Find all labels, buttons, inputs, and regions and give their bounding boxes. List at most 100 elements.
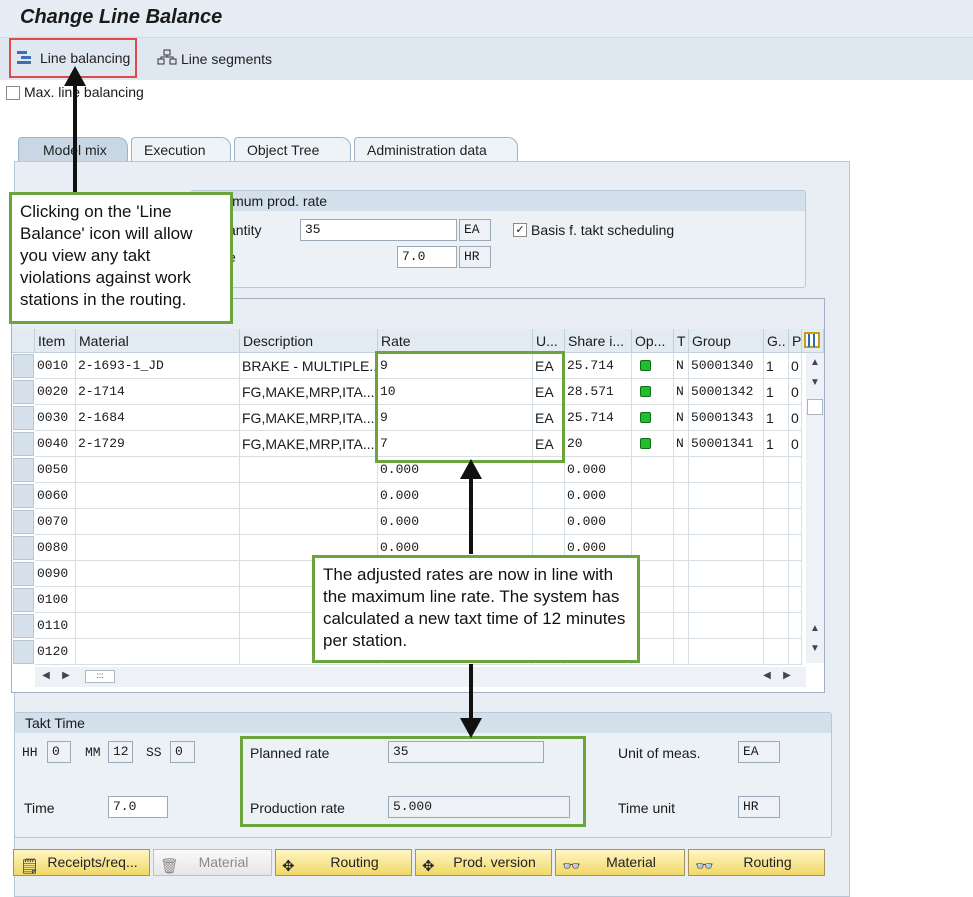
header-item[interactable]: Item [35, 329, 76, 353]
status-green-icon[interactable] [632, 379, 674, 405]
row-selector[interactable] [13, 614, 34, 638]
cell-material[interactable] [76, 613, 240, 639]
row-selector[interactable] [13, 484, 34, 508]
cell-t[interactable]: N [674, 431, 689, 457]
header-group[interactable]: Group [689, 329, 764, 353]
cell-t[interactable]: N [674, 405, 689, 431]
cell-g[interactable]: 1 [764, 405, 789, 431]
time-field[interactable]: 7.0 [397, 246, 457, 268]
cell-item[interactable]: 0010 [35, 353, 76, 379]
cell-t[interactable] [674, 613, 689, 639]
cell-description[interactable] [240, 483, 378, 509]
cell-sharei[interactable]: 25.714 [565, 353, 632, 379]
cell-t[interactable] [674, 561, 689, 587]
tab-execution[interactable]: Execution [131, 137, 231, 162]
cell-t[interactable] [674, 639, 689, 665]
row-selector[interactable] [13, 588, 34, 612]
row-selector[interactable] [13, 510, 34, 534]
scroll-left-icon[interactable]: ◀ [39, 670, 53, 684]
cell-p[interactable]: 0 [789, 405, 802, 431]
cell-group[interactable] [689, 587, 764, 613]
row-selector[interactable] [13, 458, 34, 482]
line-segments-button[interactable]: Line segments [157, 49, 272, 68]
cell-group[interactable]: 50001341 [689, 431, 764, 457]
vertical-scrollbar[interactable]: ▲ ▼ ▲ ▼ [806, 353, 824, 663]
cell-material[interactable]: 2-1684 [76, 405, 240, 431]
cell-g[interactable] [764, 457, 789, 483]
cell-g[interactable] [764, 561, 789, 587]
cell-description[interactable]: FG,MAKE,MRP,ITA... [240, 379, 378, 405]
cell-group[interactable] [689, 457, 764, 483]
cell-op[interactable] [632, 509, 674, 535]
cell-material[interactable] [76, 561, 240, 587]
cell-p[interactable] [789, 639, 802, 665]
cell-p[interactable] [789, 613, 802, 639]
mm-field[interactable]: 12 [108, 741, 133, 763]
cell-t[interactable] [674, 509, 689, 535]
scroll-right-icon[interactable]: ▶ [59, 670, 73, 684]
tab-object-tree[interactable]: Object Tree [234, 137, 351, 162]
cell-t[interactable] [674, 587, 689, 613]
row-selector[interactable] [13, 536, 34, 560]
quantity-field[interactable]: 35 [300, 219, 457, 241]
cell-p[interactable]: 0 [789, 431, 802, 457]
scroll-page-up-icon[interactable]: ▲ [808, 623, 822, 637]
cell-description[interactable]: FG,MAKE,MRP,ITA... [240, 431, 378, 457]
cell-item[interactable]: 0110 [35, 613, 76, 639]
cell-t[interactable]: N [674, 379, 689, 405]
cell-item[interactable]: 0070 [35, 509, 76, 535]
cell-p[interactable] [789, 509, 802, 535]
row-selector[interactable] [13, 640, 34, 664]
cell-group[interactable]: 50001340 [689, 353, 764, 379]
cell-g[interactable] [764, 483, 789, 509]
header-share[interactable]: Share i... [565, 329, 632, 353]
header-rate[interactable]: Rate [378, 329, 533, 353]
time-unit-field[interactable]: HR [738, 796, 780, 818]
header-unit[interactable]: U... [533, 329, 565, 353]
cell-item[interactable]: 0100 [35, 587, 76, 613]
header-g[interactable]: G.. [764, 329, 789, 353]
h-scroll-thumb[interactable]: ::: [85, 670, 115, 683]
cell-item[interactable]: 0020 [35, 379, 76, 405]
cell-op[interactable] [632, 457, 674, 483]
cell-item[interactable]: 0030 [35, 405, 76, 431]
cell-sharei[interactable]: 20 [565, 431, 632, 457]
scroll-up-icon[interactable]: ▲ [808, 357, 822, 371]
column-settings-icon[interactable] [802, 329, 824, 353]
header-op[interactable]: Op... [632, 329, 674, 353]
cell-rate[interactable]: 0.000 [378, 483, 533, 509]
status-green-icon[interactable] [632, 405, 674, 431]
cell-rate[interactable]: 0.000 [378, 509, 533, 535]
cell-group[interactable] [689, 639, 764, 665]
cell-g[interactable]: 1 [764, 431, 789, 457]
cell-description[interactable] [240, 509, 378, 535]
takt-time-field[interactable]: 7.0 [108, 796, 168, 818]
cell-group[interactable] [689, 561, 764, 587]
row-selector[interactable] [13, 406, 34, 430]
cell-group[interactable] [689, 509, 764, 535]
cell-group[interactable] [689, 483, 764, 509]
display-routing-button[interactable]: 👓 Routing [688, 849, 825, 876]
cell-material[interactable]: 2-1693-1_JD [76, 353, 240, 379]
cell-group[interactable]: 50001342 [689, 379, 764, 405]
cell-t[interactable]: N [674, 353, 689, 379]
ss-field[interactable]: 0 [170, 741, 195, 763]
cell-material[interactable] [76, 483, 240, 509]
cell-group[interactable] [689, 535, 764, 561]
status-green-icon[interactable] [632, 431, 674, 457]
scroll-right-end-icon[interactable]: ▶ [780, 670, 794, 684]
cell-group[interactable]: 50001343 [689, 405, 764, 431]
cell-p[interactable] [789, 483, 802, 509]
cell-p[interactable]: 0 [789, 353, 802, 379]
hh-field[interactable]: 0 [47, 741, 71, 763]
cell-p[interactable] [789, 587, 802, 613]
header-description[interactable]: Description [240, 329, 378, 353]
scroll-page-down-icon[interactable]: ▼ [808, 643, 822, 657]
cell-material[interactable]: 2-1729 [76, 431, 240, 457]
cell-item[interactable]: 0040 [35, 431, 76, 457]
cell-p[interactable] [789, 457, 802, 483]
cell-sharei[interactable]: 0.000 [565, 483, 632, 509]
cell-sharei[interactable]: 25.714 [565, 405, 632, 431]
cell-t[interactable] [674, 535, 689, 561]
display-material-button[interactable]: 👓 Material [555, 849, 685, 876]
